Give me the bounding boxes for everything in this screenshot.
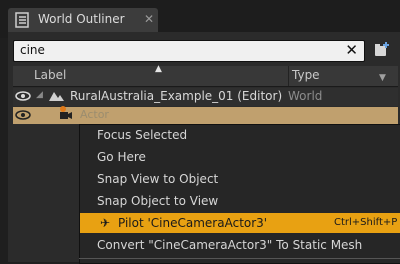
menu-item-convert-to-static-mesh[interactable]: Convert "CineCameraActor3" To Static Mes… xyxy=(80,235,400,255)
tab-world-outliner[interactable]: World Outliner ✕ xyxy=(8,8,158,32)
menu-item-label: Go Here xyxy=(97,150,146,164)
menu-item-snap-view-to-object[interactable]: Snap View to Object xyxy=(80,169,400,189)
airplane-icon: ✈ xyxy=(100,216,111,230)
modified-dot-icon xyxy=(60,106,66,112)
column-type[interactable]: Type xyxy=(292,68,320,82)
search-box[interactable]: cine ✕ xyxy=(13,40,365,62)
add-folder-button[interactable] xyxy=(371,41,391,59)
tab-close-icon[interactable]: ✕ xyxy=(144,12,154,26)
menu-item-label: Snap View to Object xyxy=(97,172,219,186)
tab-title: World Outliner xyxy=(38,12,125,26)
row-type: World xyxy=(288,89,323,103)
menu-item-go-here[interactable]: Go Here xyxy=(80,147,400,167)
menu-item-label: Focus Selected xyxy=(97,128,188,142)
visibility-eye-icon[interactable] xyxy=(15,89,31,106)
menu-item-pilot[interactable]: ✈ Pilot 'CineCameraActor3' Ctrl+Shift+P xyxy=(80,213,400,233)
menu-divider xyxy=(79,258,400,259)
menu-item-label: Snap Object to View xyxy=(97,194,219,208)
column-divider[interactable] xyxy=(288,66,289,86)
menu-item-label: Convert "CineCameraActor3" To Static Mes… xyxy=(97,238,363,252)
menu-item-shortcut: Ctrl+Shift+P xyxy=(334,217,398,228)
menu-item-snap-object-to-view[interactable]: Snap Object to View xyxy=(80,191,400,211)
expand-arrow-icon[interactable]: ◢ xyxy=(36,90,43,100)
level-icon xyxy=(47,89,65,106)
menu-item-label: Pilot 'CineCameraActor3' xyxy=(118,216,268,230)
column-label[interactable]: Label xyxy=(34,68,66,82)
clear-search-icon[interactable]: ✕ xyxy=(345,41,358,59)
add-folder-icon xyxy=(375,42,389,56)
menu-item-focus-selected[interactable]: Focus Selected xyxy=(80,125,400,145)
visibility-eye-icon[interactable] xyxy=(15,108,31,125)
outliner-icon xyxy=(15,12,29,28)
tree-row-world[interactable]: ◢ RuralAustralia_Example_01 (Editor) Wor… xyxy=(13,88,398,106)
tree-row-actor[interactable]: Actor xyxy=(13,106,398,125)
row-label: RuralAustralia_Example_01 (Editor) xyxy=(70,89,283,103)
context-menu: Focus Selected Go Here Snap View to Obje… xyxy=(79,124,400,264)
column-header: ▲ Label Type ▼ xyxy=(13,64,398,87)
type-dropdown-icon[interactable]: ▼ xyxy=(379,73,386,83)
search-input[interactable]: cine xyxy=(20,43,45,57)
sort-ascending-icon[interactable]: ▲ xyxy=(155,64,162,74)
row-label: Actor xyxy=(80,108,109,121)
